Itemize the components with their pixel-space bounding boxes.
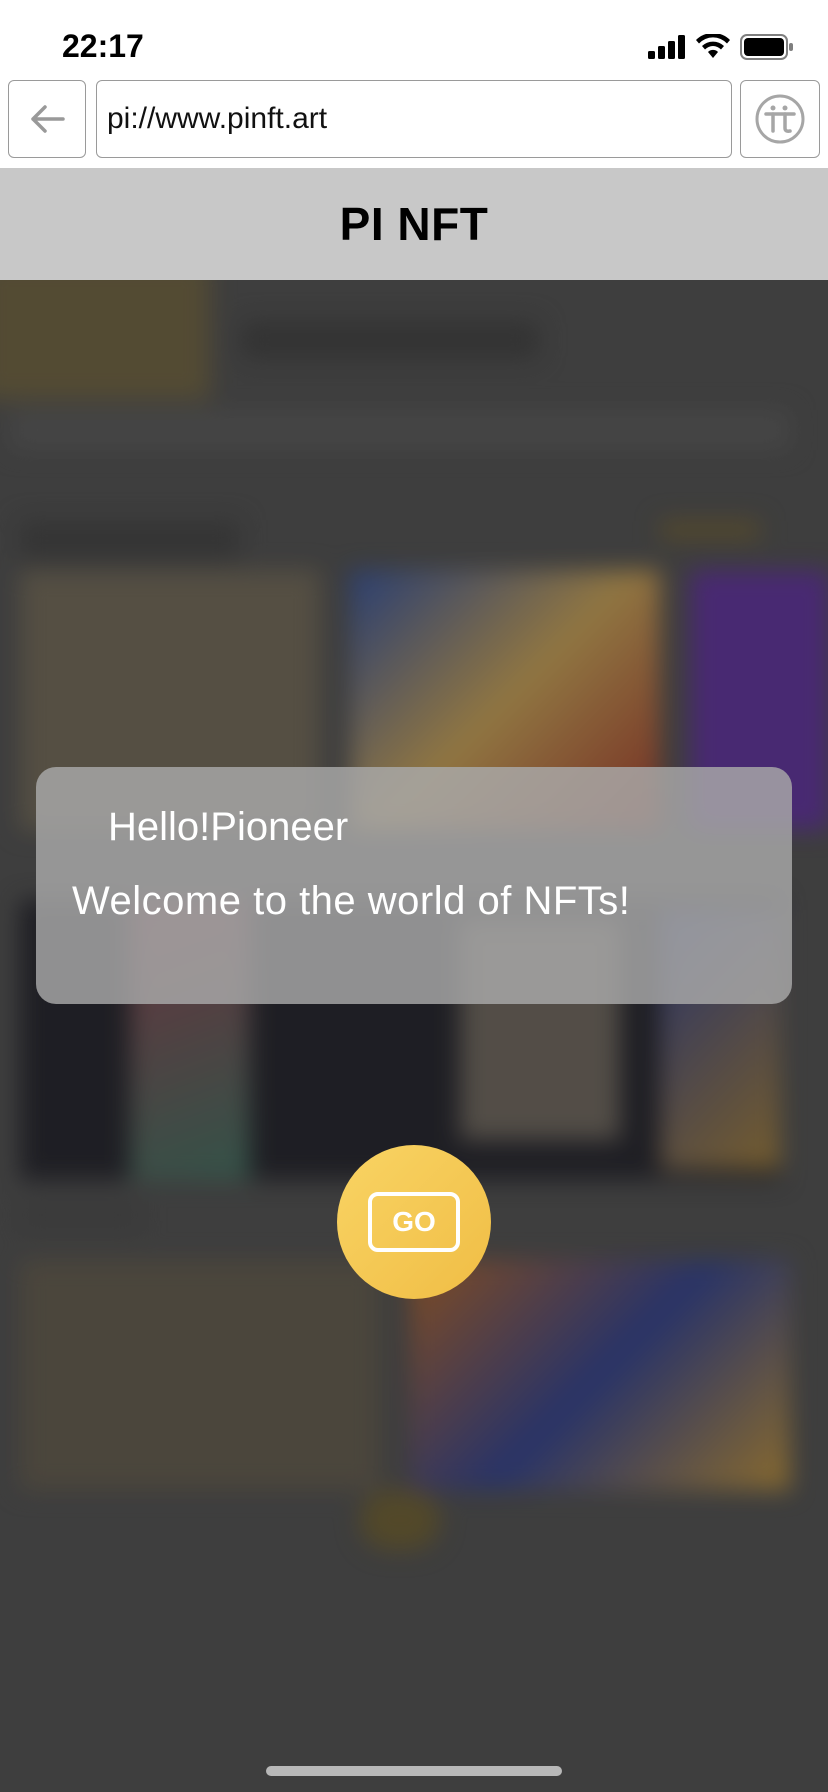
home-indicator	[266, 1766, 562, 1776]
arrow-left-icon	[31, 105, 65, 133]
url-text: pi://www.pinft.art	[107, 102, 328, 135]
welcome-greeting: Hello!Pioneer	[108, 805, 349, 849]
status-time: 22:17	[62, 28, 144, 64]
dim-overlay	[0, 280, 828, 1792]
page-title: PI NFT	[339, 198, 489, 250]
pi-button[interactable]	[740, 80, 820, 158]
welcome-card: Hello!Pioneer Welcome to the world of NF…	[36, 767, 792, 1004]
back-button[interactable]	[8, 80, 86, 158]
battery-icon	[740, 34, 793, 60]
cellular-signal-icon	[648, 35, 685, 59]
pi-logo-icon	[755, 94, 805, 144]
status-bar: 22:17	[0, 0, 828, 78]
page: 22:17 pi://www.pinft.art PI NFT Hello!Pi…	[0, 0, 828, 1792]
go-button[interactable]: GO	[337, 1145, 491, 1299]
go-label: GO	[392, 1206, 436, 1237]
go-label-box: GO	[368, 1192, 460, 1252]
welcome-message: Welcome to the world of NFTs!	[72, 879, 631, 923]
wifi-icon	[696, 34, 730, 58]
status-icons	[648, 34, 794, 60]
title-bar: PI NFT	[0, 168, 828, 280]
blurred-background	[0, 280, 828, 1792]
url-field[interactable]: pi://www.pinft.art	[96, 80, 732, 158]
browser-bar: pi://www.pinft.art	[0, 78, 828, 168]
